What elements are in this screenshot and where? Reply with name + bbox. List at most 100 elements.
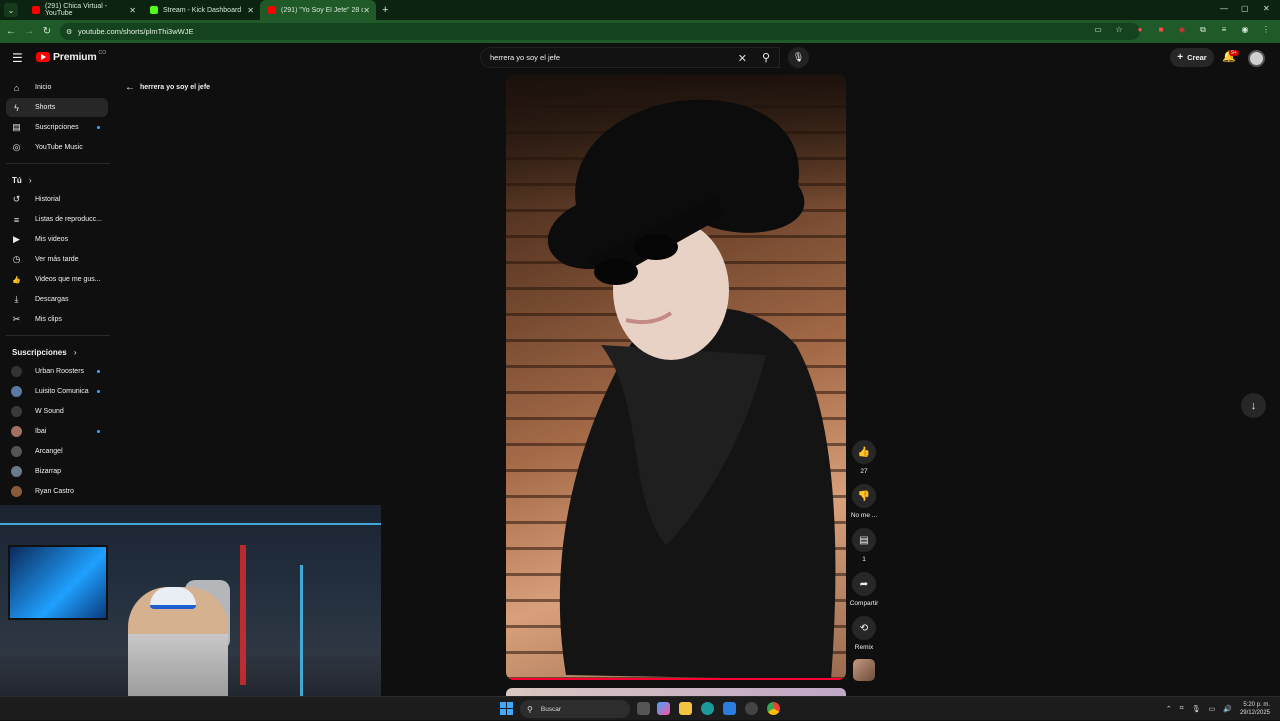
close-tab-icon[interactable]: ✕ (247, 6, 254, 15)
remix-label: Remix (854, 644, 874, 651)
youtube-premium-logo[interactable]: Premium CO (36, 50, 106, 63)
file-explorer-icon[interactable] (679, 702, 692, 715)
translate-icon[interactable]: ≡ (1218, 25, 1230, 35)
minimize-button[interactable]: — (1220, 4, 1228, 13)
remix-icon[interactable]: ⟲ (852, 616, 876, 640)
clear-search-icon[interactable]: ✕ (738, 52, 747, 65)
subscription-urban-roosters[interactable]: Urban Roosters (6, 362, 108, 381)
site-info-icon[interactable]: ⚙ (66, 28, 72, 36)
sidebar: ⌂ Inicio ϟ Shorts ▤ Suscripciones ◎ YouT… (0, 73, 116, 505)
taskbar-search[interactable]: ⚲ Buscar (520, 700, 630, 718)
video-progress-bar[interactable] (506, 678, 846, 680)
cast-icon[interactable]: ▭ (1092, 25, 1104, 35)
store-icon[interactable] (723, 702, 736, 715)
edge-icon[interactable] (701, 702, 714, 715)
search-button[interactable]: ⚲ (752, 47, 780, 68)
shorts-icon: ϟ (14, 102, 19, 113)
channel-name: Bizarrap (35, 468, 62, 475)
sidebar-item-mis-videos[interactable]: ▶ Mis videos (6, 230, 108, 249)
sidebar-item-label: YouTube Music (35, 144, 83, 151)
close-window-button[interactable]: ✕ (1263, 4, 1270, 13)
task-view-icon[interactable] (637, 702, 650, 715)
tab-search-icon[interactable]: ⌄ (4, 3, 18, 17)
sidebar-divider (6, 163, 110, 164)
extension-icon[interactable]: ● (1134, 25, 1146, 35)
next-short-button[interactable]: ↓ (1241, 393, 1266, 418)
forward-icon[interactable]: → (20, 26, 38, 37)
sidebar-item-shorts[interactable]: ϟ Shorts (6, 98, 108, 117)
windows-start-icon[interactable] (500, 702, 513, 715)
restore-button[interactable]: ▢ (1241, 4, 1249, 13)
sidebar-item-liked-videos[interactable]: 👍 Videos que me gus... (6, 270, 108, 289)
search-input[interactable]: herrera yo soy el jefe ✕ (480, 47, 780, 68)
tab-chica-virtual[interactable]: (291) Chica Virtual - YouTube ✕ (24, 0, 142, 20)
copilot-icon[interactable] (657, 702, 670, 715)
system-tray: ⌃ ⌗ 🎙 ▭ 🔊 5:20 p. m. 29/12/2025 (1166, 697, 1280, 721)
subscriptions-section-heading[interactable]: Suscripciones › (12, 348, 77, 357)
create-button[interactable]: + Crear (1170, 48, 1214, 67)
tab-yo-soy-el-jefe[interactable]: (291) "Yo Soy El Jefe" 28 de di... ✕ (260, 0, 376, 20)
subscription-w-sound[interactable]: W Sound (6, 402, 108, 421)
taskbar-search-label: Buscar (540, 705, 562, 713)
new-content-dot (97, 390, 100, 393)
tray-chevron-icon[interactable]: ⌃ (1166, 705, 1172, 713)
youtube-favicon-icon (32, 6, 40, 14)
tab-kick-dashboard[interactable]: Stream - Kick Dashboard ✕ (142, 0, 260, 20)
subscription-ibai[interactable]: Ibai (6, 422, 108, 441)
comment-icon[interactable]: ▤ (852, 528, 876, 552)
tray-network-icon[interactable]: ⌗ (1180, 705, 1184, 713)
like-icon[interactable]: 👍 (852, 440, 876, 464)
new-tab-button[interactable]: + (382, 4, 388, 16)
sidebar-item-descargas[interactable]: ⤓ Descargas (6, 290, 108, 309)
sidebar-item-ver-mas-tarde[interactable]: ◷ Ver más tarde (6, 250, 108, 269)
comments-action[interactable]: ▤ 1 (849, 528, 879, 563)
browser-toolbar-icons: ▭ ☆ ● ■ ◆ ⧉ ≡ ◉ ⋮ (1092, 25, 1272, 35)
taskbar-clock[interactable]: 5:20 p. m. 29/12/2025 (1240, 701, 1270, 717)
dislike-icon[interactable]: 👎 (852, 484, 876, 508)
sidebar-item-label: Descargas (35, 296, 69, 303)
chrome-icon[interactable] (767, 702, 780, 715)
dislike-action[interactable]: 👎 No me ... (849, 484, 879, 519)
tray-volume-icon[interactable]: 🔊 (1223, 705, 1232, 713)
tray-display-icon[interactable]: ▭ (1209, 705, 1216, 713)
windows-taskbar: ⚲ Buscar ⌃ ⌗ 🎙 ▭ 🔊 5:20 p. m. 29/12/2025 (0, 696, 1280, 720)
extension2-icon[interactable]: ◆ (1176, 25, 1188, 35)
sidebar-item-label: Mis clips (35, 316, 62, 323)
adblock-icon[interactable]: ■ (1155, 25, 1167, 35)
extensions-puzzle-icon[interactable]: ⧉ (1197, 25, 1209, 35)
sidebar-item-suscripciones[interactable]: ▤ Suscripciones (6, 118, 108, 137)
voice-search-button[interactable]: 🎙 (788, 47, 809, 68)
back-icon[interactable]: ← (2, 26, 20, 37)
sound-thumbnail[interactable] (853, 659, 875, 681)
close-tab-icon[interactable]: ✕ (363, 6, 370, 15)
remix-action[interactable]: ⟲ Remix (849, 616, 879, 651)
subscription-bizarrap[interactable]: Bizarrap (6, 462, 108, 481)
account-avatar[interactable] (1248, 50, 1265, 67)
browser-menu-icon[interactable]: ⋮ (1260, 25, 1272, 35)
sidebar-item-historial[interactable]: ↺ Historial (6, 190, 108, 209)
sidebar-item-listas[interactable]: ≡ Listas de reproducc... (6, 210, 108, 229)
profile-icon[interactable]: ◉ (1239, 25, 1251, 35)
tray-mic-icon[interactable]: 🎙 (1192, 705, 1201, 713)
bookmark-star-icon[interactable]: ☆ (1113, 25, 1125, 35)
you-section-heading[interactable]: Tú › (12, 176, 32, 185)
sidebar-item-mis-clips[interactable]: ✂ Mis clips (6, 310, 108, 329)
share-icon[interactable]: ➦ (852, 572, 876, 596)
obs-icon[interactable] (745, 702, 758, 715)
like-action[interactable]: 👍 27 (849, 440, 879, 475)
share-label: Compartir (849, 600, 879, 607)
sidebar-item-youtube-music[interactable]: ◎ YouTube Music (6, 138, 108, 157)
hamburger-menu-icon[interactable]: ☰ (12, 51, 23, 65)
back-to-results[interactable]: ← herrera yo soy el jefe (125, 82, 210, 93)
subscription-luisito-comunica[interactable]: Luisito Comunica (6, 382, 108, 401)
short-video-player[interactable] (506, 75, 846, 680)
subscription-ryan-castro[interactable]: Ryan Castro (6, 482, 108, 501)
next-short-preview[interactable] (506, 688, 846, 696)
reload-icon[interactable]: ↻ (38, 26, 56, 37)
close-tab-icon[interactable]: ✕ (129, 6, 136, 15)
url-field[interactable]: ⚙ youtube.com/shorts/plmThi3wWJE (60, 23, 1140, 40)
subscription-arcangel[interactable]: Arcangel (6, 442, 108, 461)
music-icon: ◎ (12, 142, 21, 152)
sidebar-item-inicio[interactable]: ⌂ Inicio (6, 78, 108, 97)
share-action[interactable]: ➦ Compartir (849, 572, 879, 607)
